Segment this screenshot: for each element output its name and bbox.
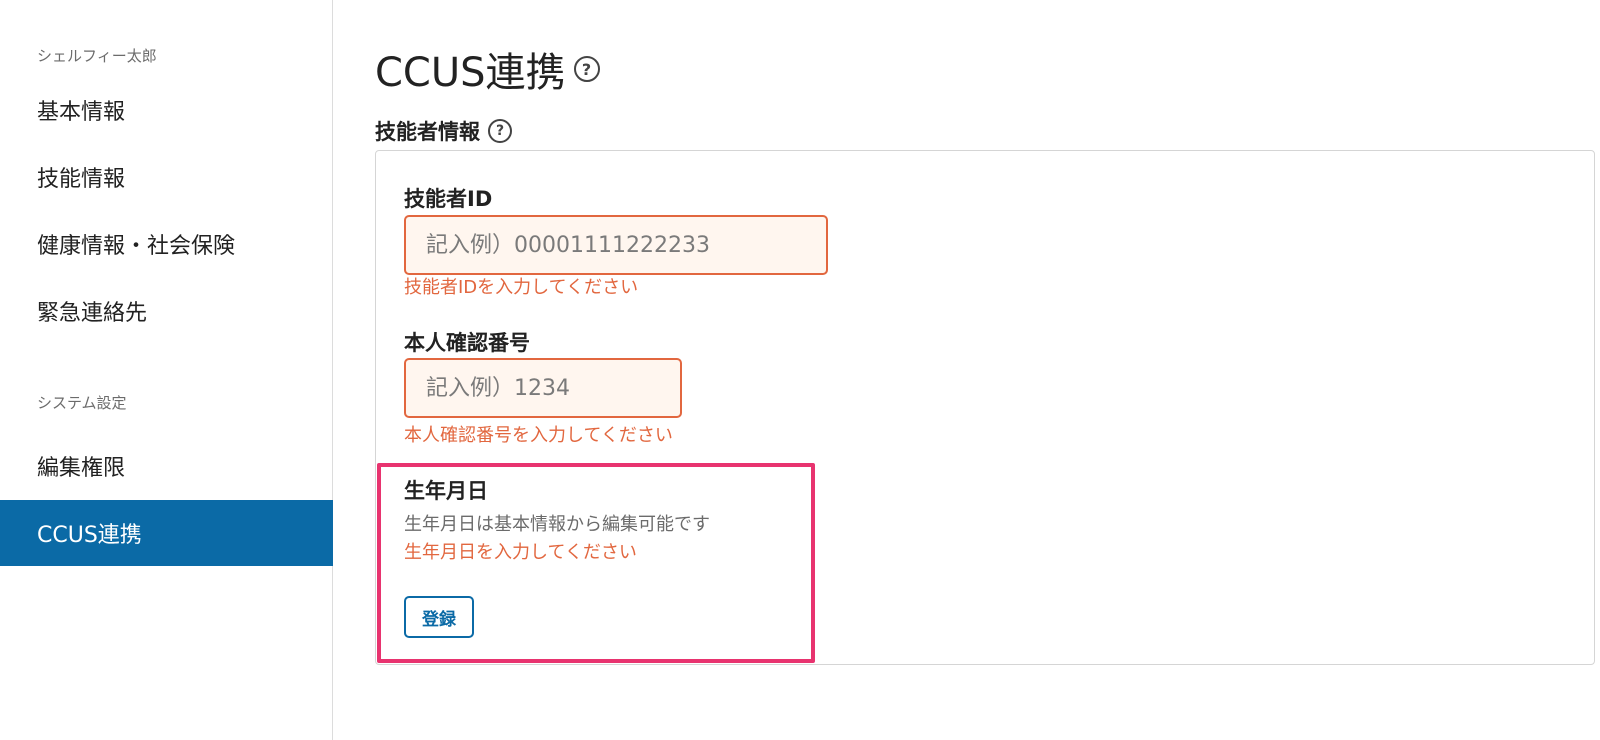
identity-number-label: 本人確認番号 (404, 331, 530, 355)
sidebar-item-ccus[interactable]: CCUS連携 (0, 500, 333, 566)
birthdate-label: 生年月日 (404, 479, 488, 503)
sidebar-user-label: シェルフィー太郎 (37, 47, 157, 65)
sidebar-item-health-insurance[interactable]: 健康情報・社会保険 (0, 211, 333, 277)
sidebar-system-label: システム設定 (37, 394, 127, 412)
page-title-text: CCUS連携 (375, 50, 566, 96)
section-help-icon[interactable]: ? (488, 119, 512, 143)
birthdate-error: 生年月日を入力してください (404, 542, 637, 563)
register-button[interactable]: 登録 (404, 596, 474, 638)
identity-number-input[interactable] (404, 358, 682, 418)
help-icon[interactable]: ? (573, 56, 600, 82)
section-title-text: 技能者情報 (375, 120, 480, 144)
page-title: CCUS連携 ? (375, 40, 600, 98)
worker-id-input[interactable] (404, 215, 828, 275)
worker-id-error: 技能者IDを入力してください (404, 277, 639, 298)
birthdate-help-text: 生年月日は基本情報から編集可能です (404, 514, 710, 535)
sidebar: シェルフィー太郎 基本情報 技能情報 健康情報・社会保険 緊急連絡先 システム設… (0, 0, 333, 740)
main-content: CCUS連携 ? 技能者情報 ? 技能者ID 技能者IDを入力してください 本人… (333, 0, 1600, 740)
worker-id-label: 技能者ID (404, 187, 493, 211)
section-title: 技能者情報 ? (375, 116, 512, 146)
sidebar-item-emergency-contact[interactable]: 緊急連絡先 (0, 278, 333, 344)
identity-number-error: 本人確認番号を入力してください (404, 425, 673, 446)
sidebar-item-basic-info[interactable]: 基本情報 (0, 77, 333, 143)
sidebar-item-edit-permissions[interactable]: 編集権限 (0, 433, 333, 499)
worker-info-card: 技能者ID 技能者IDを入力してください 本人確認番号 本人確認番号を入力してく… (375, 150, 1595, 665)
sidebar-item-skill-info[interactable]: 技能情報 (0, 144, 333, 210)
